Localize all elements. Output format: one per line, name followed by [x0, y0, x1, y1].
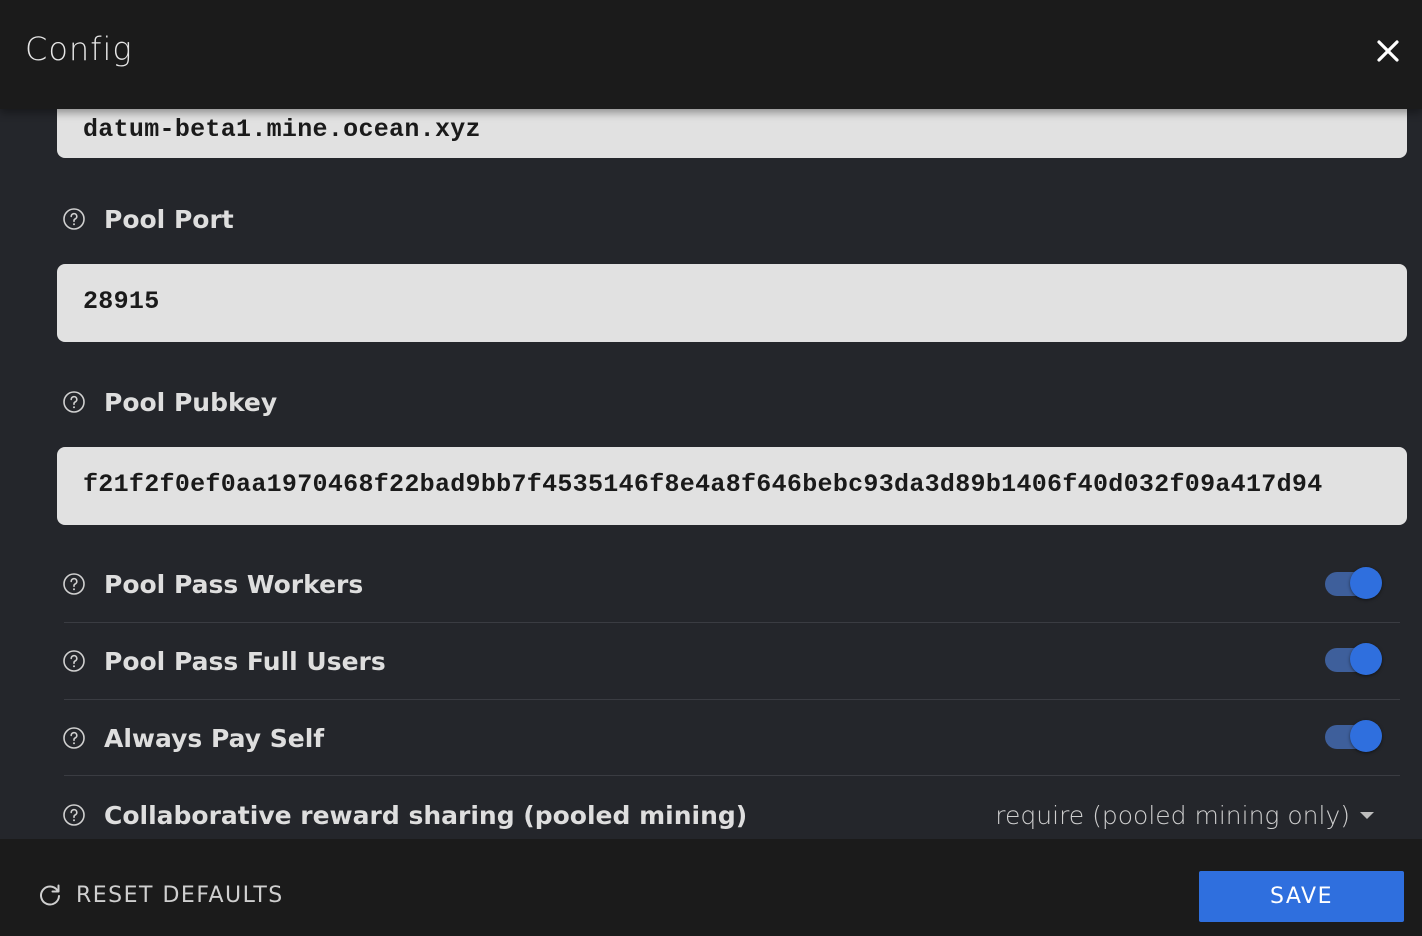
modal-title: Config	[25, 30, 133, 68]
always-pay-self-toggle[interactable]	[1324, 719, 1384, 755]
pool-port-value: 28915	[83, 287, 160, 316]
divider	[64, 622, 1400, 623]
save-label: SAVE	[1270, 884, 1333, 909]
reward-sharing-row: Collaborative reward sharing (pooled min…	[62, 795, 747, 835]
pool-pubkey-value: f21f2f0ef0aa1970468f22bad9bb7f4535146f8e…	[83, 470, 1323, 499]
pool-host-input[interactable]: datum-beta1.mine.ocean.xyz	[57, 109, 1407, 158]
pool-pass-full-users-toggle[interactable]	[1324, 642, 1384, 678]
modal-header: Config	[0, 0, 1422, 109]
pool-pass-full-users-label: Pool Pass Full Users	[104, 646, 386, 676]
reward-sharing-label: Collaborative reward sharing (pooled min…	[104, 800, 748, 830]
pool-port-input[interactable]: 28915	[57, 264, 1407, 342]
pool-host-value: datum-beta1.mine.ocean.xyz	[83, 115, 481, 144]
reset-defaults-label: RESET DEFAULTS	[76, 882, 284, 908]
always-pay-self-row: Always Pay Self	[62, 718, 324, 758]
chevron-down-icon	[1360, 811, 1374, 819]
pool-port-label: Pool Port	[104, 204, 234, 234]
pool-pubkey-label: Pool Pubkey	[104, 387, 278, 417]
toggle-knob	[1350, 720, 1382, 752]
modal-footer: RESET DEFAULTS SAVE	[0, 839, 1422, 936]
help-icon[interactable]	[62, 390, 86, 414]
divider	[64, 775, 1400, 776]
toggle-knob	[1350, 643, 1382, 675]
always-pay-self-label: Always Pay Self	[104, 723, 325, 753]
pool-pass-workers-row: Pool Pass Workers	[62, 564, 363, 604]
help-icon[interactable]	[62, 726, 86, 750]
pool-pass-workers-label: Pool Pass Workers	[104, 569, 364, 599]
toggle-knob	[1350, 567, 1382, 599]
help-icon[interactable]	[62, 803, 86, 827]
pool-pass-workers-toggle[interactable]	[1324, 566, 1384, 602]
config-form: datum-beta1.mine.ocean.xyz Pool Port 289…	[0, 109, 1422, 839]
help-icon[interactable]	[62, 572, 86, 596]
pool-pass-full-users-row: Pool Pass Full Users	[62, 641, 386, 681]
pool-port-label-row: Pool Port	[62, 199, 234, 239]
help-icon[interactable]	[62, 649, 86, 673]
divider	[64, 699, 1400, 700]
reward-sharing-selected: require (pooled mining only)	[995, 800, 1350, 830]
close-icon[interactable]	[1372, 35, 1404, 67]
pool-pubkey-label-row: Pool Pubkey	[62, 382, 277, 422]
save-button[interactable]: SAVE	[1199, 871, 1404, 922]
reset-defaults-button[interactable]: RESET DEFAULTS	[36, 875, 284, 915]
reward-sharing-select[interactable]: require (pooled mining only)	[995, 795, 1380, 835]
refresh-icon	[40, 884, 60, 906]
pool-pubkey-input[interactable]: f21f2f0ef0aa1970468f22bad9bb7f4535146f8e…	[57, 447, 1407, 525]
help-icon[interactable]	[62, 207, 86, 231]
